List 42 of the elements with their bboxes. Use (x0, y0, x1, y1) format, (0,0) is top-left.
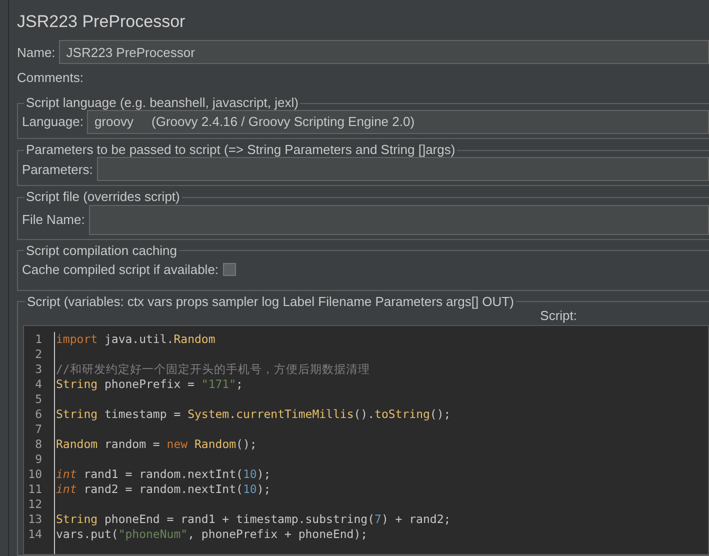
language-label: Language: (22, 113, 84, 132)
cache-checkbox[interactable] (222, 263, 236, 276)
line-number: 7 (34, 422, 42, 438)
line-number: 11 (27, 482, 42, 498)
line-number: 2 (34, 347, 42, 362)
line-number: 8 (34, 437, 42, 452)
code-editor[interactable] (23, 325, 709, 555)
group-title: Script (variables: ctx vars props sampler log Label Filename Parameters args[] OUT) (26, 294, 515, 309)
line-number: 13 (27, 512, 42, 528)
group-title: Script compilation caching (25, 244, 178, 258)
line-number: 9 (34, 452, 42, 468)
line-number: 12 (27, 497, 42, 512)
script-label: Script: (540, 308, 577, 324)
language-dropdown[interactable]: groovy (Groovy 2.4.16 / Groovy Scripting Engine 2.0) (87, 110, 709, 134)
code-line: vars.put("phoneNum", phonePrefix + phoneEnd); (55, 527, 369, 542)
window-title: JSR223 PreProcessor (17, 11, 186, 33)
code-line: //和研发约定好一个固定开头的手机号，方便后期数据清理 (55, 362, 371, 378)
line-number: 14 (27, 527, 42, 542)
line-number: 4 (34, 377, 42, 392)
line-number: 5 (34, 392, 42, 408)
line-number: 1 (34, 332, 42, 348)
group-title: Script language (e.g. beanshell, javascript, jexl) (25, 96, 300, 110)
parameters-field[interactable] (96, 157, 709, 182)
code-line: String phonePrefix = "171"; (55, 377, 244, 392)
parameters-label: Parameters: (22, 160, 93, 179)
code-line: int rand2 = random.nextInt(10); (55, 482, 272, 498)
code-line: int rand1 = random.nextInt(10); (55, 467, 272, 482)
line-number: 3 (34, 362, 42, 378)
code-line: import java.util.Random (55, 332, 216, 348)
name-field[interactable]: JSR223 PreProcessor (59, 40, 709, 64)
group-title: Parameters to be passed to script (=> String Parameters and String []args) (25, 143, 456, 158)
name-label: Name: (17, 44, 56, 62)
code-line: String phoneEnd = rand1 + timestamp.substring(7) + rand2; (55, 512, 452, 528)
file-name-label: File Name: (22, 211, 85, 230)
comments-label: Comments: (17, 69, 84, 88)
cache-label: Cache compiled script if available: (22, 261, 219, 280)
line-number: 6 (34, 407, 42, 422)
group-title: Script file (overrides script) (25, 190, 181, 205)
file-name-field[interactable] (88, 204, 709, 235)
code-line: Random random = new Random(); (55, 437, 258, 452)
line-number: 10 (27, 467, 42, 482)
code-line: String timestamp = System.currentTimeMillis().toString(); (55, 407, 452, 422)
